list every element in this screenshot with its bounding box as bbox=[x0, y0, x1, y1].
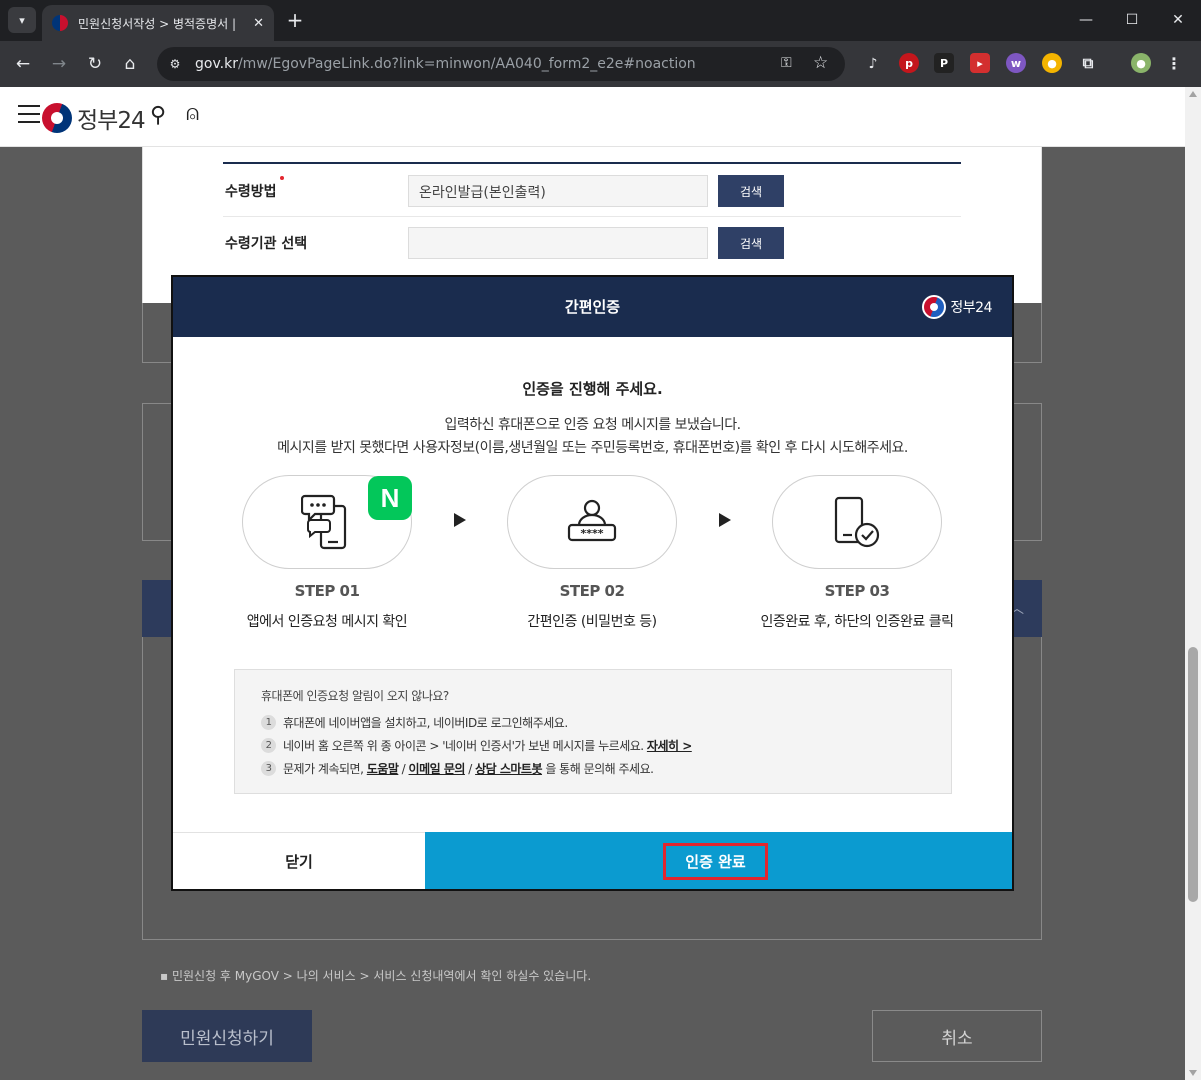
help-link[interactable]: 도움말 bbox=[367, 760, 399, 777]
bottom-note: ▪ 민원신청 후 MyGOV > 나의 서비스 > 서비스 신청내역에서 확인 … bbox=[160, 969, 592, 983]
user-icon[interactable]: ⍝ bbox=[186, 101, 199, 126]
naver-app-icon: N bbox=[368, 476, 412, 520]
extension-1-icon[interactable]: p bbox=[899, 53, 919, 73]
step-1-description: 앱에서 인증요청 메시지 확인 bbox=[246, 614, 408, 630]
help-item-3: 3 문제가 계속되면, 도움말 / 이메일 문의 / 상담 스마트봇 을 통해 … bbox=[261, 760, 654, 777]
step-2-description: 간편인증 (비밀번호 등) bbox=[527, 614, 657, 630]
tab-title: 민원신청서작성 > 병적증명서 | bbox=[78, 16, 237, 31]
new-tab-button[interactable]: + bbox=[284, 8, 306, 32]
menu-hamburger-icon[interactable] bbox=[18, 105, 40, 125]
address-url[interactable]: gov.kr/mw/EgovPageLink.do?link=minwon/AA… bbox=[195, 56, 696, 72]
reload-icon[interactable]: ↻ bbox=[82, 51, 108, 77]
cancel-button[interactable]: 취소 bbox=[872, 1010, 1042, 1062]
help-item-text: 네이버 홈 오른쪽 위 종 아이콘 > '네이버 인증서'가 보낸 메시지를 누… bbox=[283, 739, 647, 753]
help-item-number: 3 bbox=[261, 761, 276, 776]
step-3-number: STEP 03 bbox=[824, 582, 890, 600]
help-title: 휴대폰에 인증요청 알림이 오지 않나요? bbox=[261, 689, 449, 703]
window-controls: — ☐ ✕ bbox=[1063, 0, 1201, 40]
taegeuk-emblem-icon bbox=[922, 295, 947, 319]
site-header: 정부24 ⚲ ⍝ bbox=[0, 87, 1185, 147]
receipt-method-field[interactable]: 온라인발급(본인출력) bbox=[408, 175, 708, 207]
form-row-receipt-agency: 수령기관 선택 검색 bbox=[223, 217, 961, 269]
browser-menu-icon[interactable]: ⋮ bbox=[1164, 53, 1184, 73]
help-item-2: 2 네이버 홈 오른쪽 위 종 아이콘 > '네이버 인증서'가 보낸 메시지를… bbox=[261, 737, 692, 754]
close-window-button[interactable]: ✕ bbox=[1155, 0, 1201, 40]
tab-search-button[interactable]: ▾ bbox=[8, 7, 36, 33]
help-item-1: 1 휴대폰에 네이버앱을 설치하고, 네이버ID로 로그인해주세요. bbox=[261, 714, 568, 731]
simple-auth-modal: 간편인증 정부24 인증을 진행해 주세요. 입력하신 휴대폰으로 인증 요청 … bbox=[171, 275, 1014, 891]
modal-heading: 인증을 진행해 주세요. bbox=[522, 380, 663, 398]
email-inquiry-link[interactable]: 이메일 문의 bbox=[409, 760, 466, 777]
details-link[interactable]: 자세히 > bbox=[647, 737, 692, 754]
auth-complete-area[interactable]: 인증 완료 bbox=[425, 832, 1012, 889]
modal-logo-text: 정부24 bbox=[950, 300, 992, 316]
chat-phone-icon bbox=[301, 494, 347, 550]
svg-text:****: **** bbox=[580, 527, 603, 540]
help-item-text: 휴대폰에 네이버앱을 설치하고, 네이버ID로 로그인해주세요. bbox=[283, 716, 568, 730]
active-tab[interactable]: 민원신청서작성 > 병적증명서 | ✕ bbox=[42, 5, 274, 41]
help-item-text-after: 을 통해 문의해 주세요. bbox=[542, 762, 654, 776]
modal-header: 간편인증 정부24 bbox=[173, 277, 1012, 337]
extension-5-icon[interactable]: ● bbox=[1042, 53, 1062, 73]
step-2-pill: **** bbox=[507, 475, 677, 569]
address-bar[interactable]: ⚙ gov.kr/mw/EgovPageLink.do?link=minwon/… bbox=[157, 47, 845, 81]
extensions-puzzle-icon[interactable]: ⧉ bbox=[1078, 53, 1098, 73]
scroll-down-arrow-icon[interactable] bbox=[1189, 1070, 1197, 1076]
media-icon[interactable]: ♪ bbox=[860, 51, 886, 77]
link-separator: / bbox=[464, 761, 476, 776]
profile-avatar-icon[interactable]: ● bbox=[1131, 53, 1151, 73]
form-label: 수령기관 선택 bbox=[225, 236, 308, 252]
maximize-button[interactable]: ☐ bbox=[1109, 0, 1155, 40]
receipt-agency-search-button[interactable]: 검색 bbox=[718, 227, 784, 259]
taegeuk-emblem-icon bbox=[42, 103, 72, 133]
step-2-number: STEP 02 bbox=[559, 582, 625, 600]
form-label: 수령방법 bbox=[225, 184, 277, 200]
page-viewport: 정부24 ⚲ ⍝ 수령방법 온라인발급(본인출력) 검색 수령기관 선택 검색 … bbox=[0, 87, 1185, 1080]
form-row-receipt-method: 수령방법 온라인발급(본인출력) 검색 bbox=[223, 165, 961, 217]
gov24-logo[interactable]: 정부24 bbox=[42, 101, 146, 135]
password-key-icon[interactable]: ⚿ bbox=[781, 55, 799, 73]
help-item-number: 1 bbox=[261, 715, 276, 730]
help-item-text: 문제가 계속되면, bbox=[283, 762, 367, 776]
step-1-number: STEP 01 bbox=[294, 582, 360, 600]
submit-application-button[interactable]: 민원신청하기 bbox=[142, 1010, 312, 1062]
link-separator: / bbox=[398, 761, 409, 776]
step-3-pill bbox=[772, 475, 942, 569]
step-arrow-icon bbox=[454, 513, 466, 527]
step-3-description: 인증완료 후, 하단의 인증완료 클릭 bbox=[760, 614, 954, 630]
extension-2-icon[interactable]: P bbox=[934, 53, 954, 73]
extension-4-icon[interactable]: w bbox=[1006, 53, 1026, 73]
auth-complete-button[interactable]: 인증 완료 bbox=[663, 843, 768, 880]
close-button[interactable]: 닫기 bbox=[173, 832, 425, 889]
phone-check-icon bbox=[834, 496, 880, 548]
modal-gov24-logo: 정부24 bbox=[922, 295, 992, 319]
help-box: 휴대폰에 인증요청 알림이 오지 않나요? 1 휴대폰에 네이버앱을 설치하고,… bbox=[234, 669, 952, 794]
site-info-icon[interactable]: ⚙ bbox=[165, 54, 185, 74]
gov24-favicon-icon bbox=[52, 15, 68, 31]
required-dot bbox=[280, 176, 284, 180]
minimize-button[interactable]: — bbox=[1063, 0, 1109, 40]
smartbot-link[interactable]: 상담 스마트봇 bbox=[475, 760, 542, 777]
logo-text: 정부24 bbox=[77, 108, 146, 134]
modal-message-line-2: 메시지를 받지 못했다면 사용자정보(이름,생년월일 또는 주민등록번호, 휴대… bbox=[277, 440, 908, 456]
home-icon[interactable]: ⌂ bbox=[117, 51, 143, 77]
receipt-agency-field[interactable] bbox=[408, 227, 708, 259]
tab-strip: ▾ 민원신청서작성 > 병적증명서 | ✕ + — ☐ ✕ bbox=[0, 0, 1201, 41]
search-icon[interactable]: ⚲ bbox=[150, 103, 166, 128]
scrollbar-thumb[interactable] bbox=[1188, 647, 1198, 902]
receipt-method-search-button[interactable]: 검색 bbox=[718, 175, 784, 207]
extension-3-icon[interactable]: ▸ bbox=[970, 53, 990, 73]
user-password-icon: **** bbox=[567, 499, 617, 542]
form-top-rule bbox=[223, 162, 961, 164]
bookmark-star-icon[interactable]: ☆ bbox=[813, 53, 831, 73]
forward-icon[interactable]: → bbox=[46, 51, 72, 77]
help-item-number: 2 bbox=[261, 738, 276, 753]
modal-title: 간편인증 bbox=[564, 298, 621, 316]
step-arrow-icon bbox=[719, 513, 731, 527]
page-scrollbar[interactable] bbox=[1185, 87, 1201, 1080]
back-icon[interactable]: ← bbox=[10, 51, 36, 77]
scroll-up-arrow-icon[interactable] bbox=[1189, 91, 1197, 97]
modal-message-line-1: 입력하신 휴대폰으로 인증 요청 메시지를 보냈습니다. bbox=[444, 417, 741, 433]
tab-close-icon[interactable]: ✕ bbox=[253, 16, 264, 31]
